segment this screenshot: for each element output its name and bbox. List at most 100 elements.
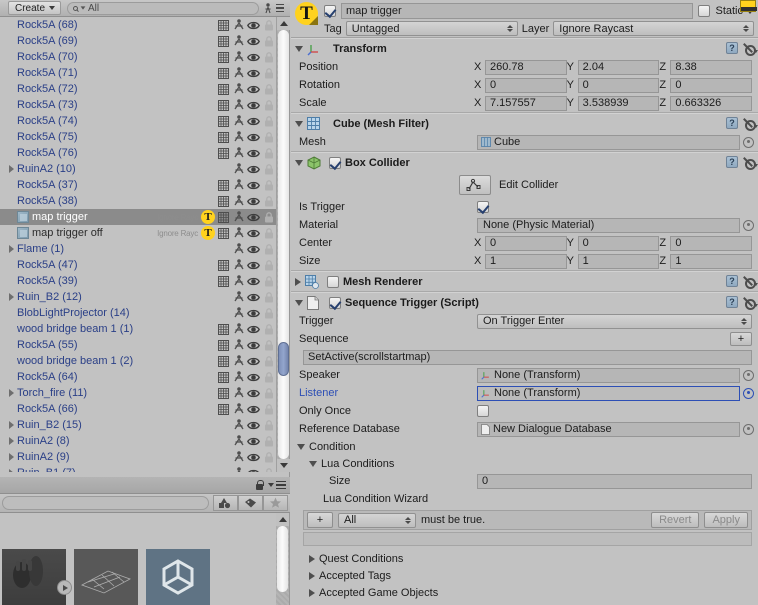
hierarchy-item-rock5a-76[interactable]: Rock5A (76) — [0, 145, 277, 161]
lock-icon-slot[interactable] — [262, 387, 275, 400]
eye-icon-slot[interactable] — [247, 275, 260, 288]
reference-database-picker-button[interactable] — [743, 423, 754, 435]
hierarchy-item-rock5a-64[interactable]: Rock5A (64) — [0, 369, 277, 385]
lock-icon-slot[interactable] — [262, 179, 275, 192]
grid-icon-slot[interactable] — [217, 323, 230, 336]
eye-icon-slot[interactable] — [247, 211, 260, 224]
quest-conditions-foldout[interactable]: Quest Conditions — [291, 550, 758, 567]
accepted-tags-foldout[interactable]: Accepted Tags — [291, 567, 758, 584]
grid-icon-slot[interactable] — [217, 339, 230, 352]
box-collider-enabled-checkbox[interactable] — [329, 156, 341, 169]
joint-icon-slot[interactable] — [232, 147, 245, 160]
wizard-apply-button[interactable]: Apply — [704, 512, 748, 528]
speaker-object-picker-button[interactable] — [743, 369, 754, 381]
joint-icon-slot[interactable] — [232, 163, 245, 176]
eye-icon-slot[interactable] — [247, 451, 260, 464]
foldout-open-icon[interactable] — [295, 160, 303, 166]
joint-icon-slot[interactable] — [232, 35, 245, 48]
hierarchy-item-map-trigger[interactable]: map trigger Ignore Rayc T — [0, 209, 277, 225]
hierarchy-item-ruina2-9[interactable]: RuinA2 (9) — [0, 449, 277, 465]
sequence-add-button[interactable]: + — [730, 332, 752, 346]
lock-icon-slot[interactable] — [262, 291, 275, 304]
box-collider-size-z-input[interactable]: 1 — [670, 253, 753, 269]
tag-dropdown[interactable]: Untagged — [345, 21, 518, 36]
lock-icon-slot[interactable] — [262, 163, 275, 176]
eye-icon-slot[interactable] — [247, 99, 260, 112]
foldout-closed-icon[interactable] — [295, 277, 301, 286]
hierarchy-item-bloblightprojector-14[interactable]: BlobLightProjector (14) — [0, 305, 277, 321]
hierarchy-item-rock5a-69[interactable]: Rock5A (69) — [0, 33, 277, 49]
physic-material-object-field[interactable]: None (Physic Material) — [477, 217, 740, 233]
mesh-filter-component-header[interactable]: Cube (Mesh Filter) ? — [291, 114, 758, 133]
reference-database-object-field[interactable]: New Dialogue Database — [477, 421, 740, 437]
speaker-object-field[interactable]: None (Transform) — [477, 367, 740, 383]
joint-icon-slot[interactable] — [232, 83, 245, 96]
eye-icon-slot[interactable] — [247, 83, 260, 96]
grid-icon-slot[interactable] — [217, 211, 230, 224]
joint-icon-slot[interactable] — [232, 115, 245, 128]
grid-icon-slot[interactable] — [217, 67, 230, 80]
joint-icon-slot[interactable] — [232, 131, 245, 144]
lock-icon-slot[interactable] — [262, 403, 275, 416]
joint-icon-slot[interactable] — [232, 355, 245, 368]
lock-icon[interactable] — [255, 479, 264, 491]
joint-icon-slot[interactable] — [232, 195, 245, 208]
hierarchy-item-rock5a-74[interactable]: Rock5A (74) — [0, 113, 277, 129]
joint-icon-slot[interactable] — [232, 435, 245, 448]
box-collider-size-y-input[interactable]: 1 — [577, 253, 660, 269]
layer-dropdown[interactable]: Ignore Raycast — [553, 21, 754, 36]
joint-icon-slot[interactable] — [232, 339, 245, 352]
eye-icon-slot[interactable] — [247, 435, 260, 448]
eye-icon-slot[interactable] — [247, 419, 260, 432]
grid-icon-slot[interactable] — [217, 131, 230, 144]
lock-icon-slot[interactable] — [262, 131, 275, 144]
foldout-open-icon[interactable] — [295, 300, 303, 306]
lock-icon-slot[interactable] — [262, 435, 275, 448]
grid-icon-slot[interactable] — [217, 83, 230, 96]
eye-icon-slot[interactable] — [247, 243, 260, 256]
grid-icon-slot[interactable] — [217, 355, 230, 368]
lock-icon-slot[interactable] — [262, 323, 275, 336]
lock-icon-slot[interactable] — [262, 51, 275, 64]
lock-icon-slot[interactable] — [262, 227, 275, 240]
gameobject-active-checkbox[interactable] — [324, 5, 336, 17]
hierarchy-item-rock5a-66[interactable]: Rock5A (66) — [0, 401, 277, 417]
lock-icon-slot[interactable] — [262, 355, 275, 368]
lua-condition-preview-field[interactable] — [303, 532, 752, 546]
grid-icon-slot[interactable] — [217, 371, 230, 384]
mesh-object-picker-button[interactable] — [743, 136, 754, 148]
foldout-toggle[interactable] — [6, 165, 17, 173]
hierarchy-item-ruina2-8[interactable]: RuinA2 (8) — [0, 433, 277, 449]
grid-icon-slot[interactable] — [217, 195, 230, 208]
joint-icon-slot[interactable] — [232, 243, 245, 256]
box-collider-center-x-input[interactable]: 0 — [485, 235, 567, 251]
transform-scale-y-input[interactable]: 3.538939 — [577, 95, 660, 111]
wizard-revert-button[interactable]: Revert — [651, 512, 700, 528]
trigger-dropdown[interactable]: On Trigger Enter — [477, 313, 752, 329]
eye-icon-slot[interactable] — [247, 355, 260, 368]
lock-icon-slot[interactable] — [262, 211, 275, 224]
project-scroll-up-button[interactable] — [276, 513, 289, 526]
foldout-toggle[interactable] — [6, 437, 17, 445]
project-scrollbar-track[interactable] — [277, 526, 288, 592]
gear-icon[interactable] — [742, 42, 758, 56]
hierarchy-item-ruin-b2-12[interactable]: Ruin_B2 (12) — [0, 289, 277, 305]
foldout-toggle[interactable] — [6, 293, 17, 301]
eye-icon-slot[interactable] — [247, 291, 260, 304]
create-button[interactable]: Create — [8, 1, 62, 15]
foldout-toggle[interactable] — [6, 389, 17, 397]
gear-icon[interactable] — [742, 296, 758, 310]
help-icon[interactable]: ? — [726, 296, 738, 308]
lock-icon-slot[interactable] — [262, 115, 275, 128]
box-collider-center-z-input[interactable]: 0 — [670, 235, 753, 251]
gear-icon[interactable] — [742, 117, 758, 131]
gear-icon[interactable] — [742, 275, 758, 289]
eye-icon-slot[interactable] — [247, 51, 260, 64]
sequence-text-input[interactable]: SetActive(scrollstartmap) — [303, 349, 752, 365]
lock-icon-slot[interactable] — [262, 195, 275, 208]
hierarchy-item-rock5a-71[interactable]: Rock5A (71) — [0, 65, 277, 81]
joint-icon-slot[interactable] — [232, 99, 245, 112]
joint-icon-slot[interactable] — [232, 179, 245, 192]
lock-icon-slot[interactable] — [262, 35, 275, 48]
material-object-picker-button[interactable] — [743, 219, 754, 231]
